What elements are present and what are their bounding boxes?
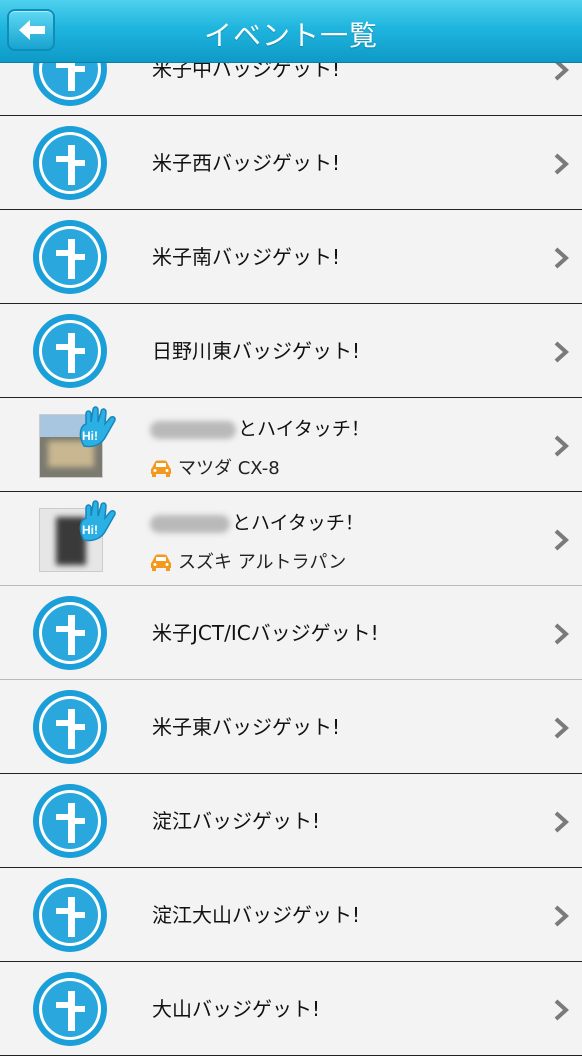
highway-badge-icon (33, 878, 107, 952)
item-label: 米子南バッジゲット! (152, 245, 341, 269)
chevron-right-icon (554, 999, 569, 1021)
highway-badge-icon (33, 972, 107, 1046)
highway-badge-icon (33, 596, 107, 670)
chevron-right-icon (554, 341, 569, 363)
item-label: 淀江大山バッジゲット! (152, 903, 361, 927)
hi-hand-icon: Hi! (79, 500, 116, 542)
car-icon (151, 554, 171, 571)
chevron-right-icon (554, 247, 569, 269)
item-label: 米子JCT/ICバッジゲット! (152, 621, 379, 645)
car-model: マツダ CX-8 (178, 458, 280, 479)
item-label: 大山バッジゲット! (152, 997, 321, 1021)
item-label: 日野川東バッジゲット! (152, 339, 361, 363)
hitouch-label: とハイタッチ！ (232, 512, 364, 534)
item-label: 淀江バッジゲット! (152, 809, 321, 833)
chevron-right-icon (554, 435, 569, 457)
list-item[interactable]: 淀江大山バッジゲット! (0, 868, 582, 962)
event-list: 米子中バッジゲット! 米子西バッジゲット! 米子南バッジゲット! 日野川東バッジ… (0, 22, 582, 1056)
list-item[interactable]: 淀江バッジゲット! (0, 774, 582, 868)
blurred-username (150, 514, 230, 533)
chevron-right-icon (554, 529, 569, 551)
car-icon (151, 460, 171, 477)
chevron-right-icon (554, 811, 569, 833)
list-item[interactable]: 米子JCT/ICバッジゲット! (0, 586, 582, 680)
list-item[interactable]: 大山バッジゲット! (0, 962, 582, 1056)
list-item[interactable]: 米子西バッジゲット! (0, 116, 582, 210)
chevron-right-icon (554, 717, 569, 739)
blurred-username (150, 420, 236, 439)
car-info: スズキ アルトラパン (150, 548, 346, 574)
chevron-right-icon (554, 153, 569, 175)
list-item[interactable]: 日野川東バッジゲット! (0, 304, 582, 398)
item-label: 米子東バッジゲット! (152, 715, 341, 739)
list-item[interactable]: 米子南バッジゲット! (0, 210, 582, 304)
chevron-right-icon (554, 623, 569, 645)
list-item[interactable]: Hi! とハイタッチ！ スズキ アルトラパン (0, 492, 582, 586)
hi-hand-icon: Hi! (79, 406, 116, 448)
highway-badge-icon (33, 690, 107, 764)
item-label: 米子西バッジゲット! (152, 151, 341, 175)
car-model: スズキ アルトラパン (178, 552, 347, 573)
chevron-right-icon (554, 905, 569, 927)
hitouch-label: とハイタッチ！ (238, 418, 370, 440)
app-header: イベント一覧 (0, 0, 582, 63)
list-item[interactable]: Hi! とハイタッチ！ マツダ CX-8 (0, 398, 582, 492)
highway-badge-icon (33, 784, 107, 858)
highway-badge-icon (33, 220, 107, 294)
highway-badge-icon (33, 314, 107, 388)
list-item[interactable]: 米子東バッジゲット! (0, 680, 582, 774)
svg-text:Hi!: Hi! (82, 429, 98, 443)
car-info: マツダ CX-8 (150, 454, 280, 480)
highway-badge-icon (33, 126, 107, 200)
svg-text:Hi!: Hi! (82, 523, 98, 537)
page-title: イベント一覧 (203, 19, 378, 52)
